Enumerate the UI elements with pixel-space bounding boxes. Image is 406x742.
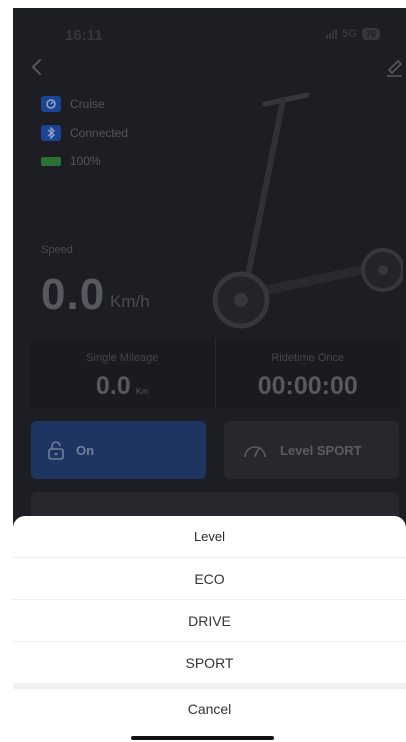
phone-screen: 16:11 5G 76 Cruise Connected 100% Speed …: [13, 0, 406, 742]
level-option-drive[interactable]: DRIVE: [13, 600, 406, 642]
level-action-sheet: Level ECO DRIVE SPORT Cancel: [13, 516, 406, 742]
dim-overlay[interactable]: [13, 8, 406, 528]
home-indicator[interactable]: [131, 736, 274, 740]
level-option-eco[interactable]: ECO: [13, 558, 406, 600]
cancel-button[interactable]: Cancel: [13, 689, 406, 729]
level-option-sport[interactable]: SPORT: [13, 642, 406, 684]
sheet-title: Level: [13, 516, 406, 558]
